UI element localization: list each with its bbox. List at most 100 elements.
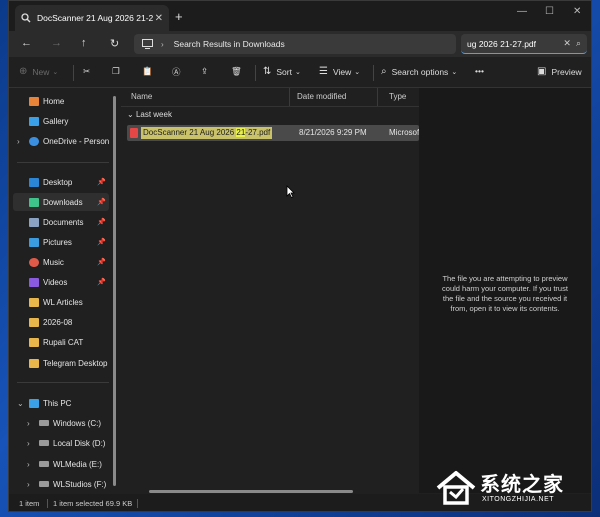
chevron-down-icon: ⌄ — [127, 110, 134, 119]
sidebar-item-label: OneDrive - Person — [43, 136, 110, 146]
share-icon[interactable]: ⇪ — [201, 66, 208, 77]
cut-icon[interactable]: ✂ — [83, 66, 90, 77]
sort-button[interactable]: ⇅ Sort ⌄ — [263, 66, 301, 77]
sidebar-item-onedrive[interactable]: › OneDrive - Person — [13, 132, 109, 150]
sidebar-item-label: Music — [43, 257, 64, 267]
preview-pane: The file you are attempting to preview c… — [419, 88, 591, 493]
sidebar-item-this-pc[interactable]: ⌄ This PC — [13, 394, 109, 412]
preview-warning-message: The file you are attempting to preview c… — [442, 274, 568, 313]
copy-icon[interactable]: ❐ — [112, 66, 120, 77]
chevron-right-icon[interactable]: › — [27, 460, 30, 469]
new-label: New — [32, 66, 50, 77]
desktop-icon — [29, 177, 39, 187]
chevron-down-icon[interactable]: ⌄ — [17, 399, 24, 408]
pin-icon: 📌 — [97, 199, 106, 206]
chevron-right-icon[interactable]: › — [27, 419, 30, 428]
column-header-name[interactable]: Name — [131, 92, 152, 101]
search-box[interactable]: ug 2026 21-27.pdf ✕ ⌕ — [461, 34, 587, 54]
rename-icon[interactable]: Ⓐ — [172, 66, 181, 78]
file-name-rename-field[interactable]: DocScanner 21 Aug 2026 21-27.pdf — [141, 127, 273, 139]
chevron-right-icon[interactable]: › — [27, 480, 30, 489]
sidebar-item-local-disk-d[interactable]: › Local Disk (D:) — [13, 434, 109, 452]
breadcrumb-separator: › — [161, 39, 164, 49]
watermark-text-en: XITONGZHIJIA.NET — [482, 496, 555, 503]
group-header-last-week[interactable]: ⌄ Last week — [127, 110, 172, 119]
column-header-date[interactable]: Date modified — [297, 92, 346, 101]
search-results-icon — [21, 13, 31, 23]
search-icon[interactable]: ⌕ — [576, 38, 581, 49]
chevron-right-icon[interactable]: › — [27, 439, 30, 448]
chevron-right-icon[interactable]: › — [17, 137, 20, 146]
clear-search-icon[interactable]: ✕ — [563, 38, 571, 49]
sidebar-item-label: Documents — [43, 217, 84, 227]
sidebar-item-label: Desktop — [43, 177, 73, 187]
breadcrumb-search-results[interactable]: Search Results in Downloads — [174, 39, 285, 49]
up-button[interactable]: ↑ — [81, 37, 87, 49]
back-button[interactable]: ← — [21, 37, 32, 49]
paste-icon[interactable]: 📋 — [142, 66, 153, 77]
new-tab-button[interactable]: + — [175, 9, 183, 24]
sort-label: Sort — [276, 66, 292, 77]
sidebar-item-label: WLMedia (E:) — [53, 459, 102, 469]
sidebar-item-home[interactable]: Home — [13, 92, 109, 110]
watermark-logo: 系统之家 XITONGZHIJIA.NET — [436, 466, 596, 512]
view-label: View — [332, 66, 352, 77]
tab-docscanner[interactable]: DocScanner 21 Aug 2026 21-2 ✕ — [15, 5, 169, 31]
sidebar-item-documents[interactable]: Documents 📌 — [13, 213, 109, 231]
search-input[interactable]: ug 2026 21-27.pdf — [467, 39, 558, 49]
forward-button[interactable]: → — [51, 37, 62, 49]
address-bar[interactable]: › Search Results in Downloads — [134, 34, 456, 54]
tab-close-icon[interactable]: ✕ — [155, 13, 163, 24]
sidebar-item-label: Videos — [43, 277, 68, 287]
this-pc-icon — [29, 398, 39, 408]
mouse-cursor-icon — [286, 185, 295, 198]
search-options-button[interactable]: ⌕ Search options ⌄ — [381, 66, 457, 77]
status-divider — [47, 499, 48, 508]
refresh-button[interactable]: ↻ — [110, 37, 119, 50]
view-button[interactable]: ☰ View ⌄ — [319, 66, 360, 77]
maximize-button[interactable]: ☐ — [545, 6, 554, 17]
column-divider[interactable] — [377, 88, 378, 106]
sidebar-item-music[interactable]: Music 📌 — [13, 253, 109, 271]
group-label: Last week — [135, 110, 172, 119]
preview-pane-button[interactable]: ▣ Preview — [537, 66, 582, 77]
sidebar-scrollbar[interactable] — [113, 96, 116, 486]
sidebar-item-desktop[interactable]: Desktop 📌 — [13, 173, 109, 191]
sidebar-item-label: 2026-08 — [43, 317, 73, 327]
house-logo-icon — [436, 471, 476, 505]
sidebar-item-2026-08[interactable]: 2026-08 — [13, 313, 109, 331]
more-options-icon[interactable]: ••• — [475, 66, 484, 76]
sidebar-item-videos[interactable]: Videos 📌 — [13, 273, 109, 291]
drive-icon — [39, 481, 49, 487]
watermark-text-cn: 系统之家 — [480, 472, 564, 496]
close-window-button[interactable]: ✕ — [573, 6, 581, 17]
videos-icon — [29, 277, 39, 287]
search-options-label: Search options — [391, 66, 449, 77]
table-row[interactable]: DocScanner 21 Aug 2026 21-27.pdf 8/21/20… — [127, 125, 429, 141]
sidebar-item-wlmedia-e[interactable]: › WLMedia (E:) — [13, 455, 109, 473]
column-divider[interactable] — [289, 88, 290, 106]
sidebar-item-gallery[interactable]: Gallery — [13, 112, 109, 130]
sidebar-item-windows-c[interactable]: › Windows (C:) — [13, 414, 109, 432]
sidebar-item-wl-articles[interactable]: WL Articles — [13, 293, 109, 311]
sidebar-divider — [17, 382, 109, 383]
sidebar-item-label: Telegram Desktop — [43, 358, 108, 368]
preview-label: Preview — [551, 66, 582, 77]
column-header-type[interactable]: Type — [389, 92, 406, 101]
sidebar-item-pictures[interactable]: Pictures 📌 — [13, 233, 109, 251]
monitor-icon — [142, 39, 153, 49]
search-options-chevron-icon: ⌄ — [451, 68, 458, 76]
minimize-button[interactable]: — — [517, 6, 527, 17]
file-name-part: DocScanner 21 Aug 2026 — [143, 128, 237, 137]
sidebar-item-telegram-desktop[interactable]: Telegram Desktop — [13, 354, 109, 372]
sidebar-item-label: Windows (C:) — [53, 418, 102, 428]
folder-icon — [29, 297, 39, 307]
delete-icon[interactable]: 🗑 — [231, 66, 242, 77]
sidebar-item-label: Gallery — [43, 116, 69, 126]
sidebar-item-wlstudios-f[interactable]: › WLStudios (F:) — [13, 475, 109, 493]
new-button[interactable]: ⊕ New ⌄ — [19, 66, 58, 77]
status-divider — [137, 499, 138, 508]
sidebar-item-downloads[interactable]: Downloads 📌 — [13, 193, 109, 211]
file-list-horizontal-scrollbar[interactable] — [149, 490, 353, 493]
sidebar-item-rupali-cat[interactable]: Rupali CAT — [13, 333, 109, 351]
